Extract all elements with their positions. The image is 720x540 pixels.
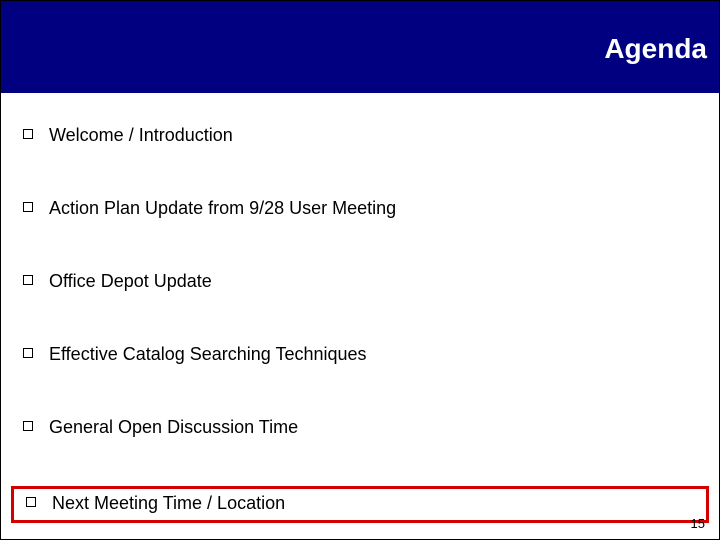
agenda-item-text: Next Meeting Time / Location: [52, 493, 285, 514]
agenda-item-text: Office Depot Update: [49, 271, 212, 292]
agenda-item: General Open Discussion Time: [21, 413, 699, 444]
agenda-item: Action Plan Update from 9/28 User Meetin…: [21, 194, 699, 225]
square-bullet-icon: [23, 348, 33, 358]
square-bullet-icon: [23, 421, 33, 431]
slide-header: Agenda: [1, 1, 719, 93]
agenda-item-text: Effective Catalog Searching Techniques: [49, 344, 367, 365]
slide-body: Welcome / Introduction Action Plan Updat…: [1, 93, 719, 523]
slide: Agenda Welcome / Introduction Action Pla…: [0, 0, 720, 540]
agenda-item-text: Action Plan Update from 9/28 User Meetin…: [49, 198, 396, 219]
square-bullet-icon: [26, 497, 36, 507]
slide-title: Agenda: [604, 33, 707, 65]
square-bullet-icon: [23, 202, 33, 212]
agenda-item-text: General Open Discussion Time: [49, 417, 298, 438]
agenda-item: Effective Catalog Searching Techniques: [21, 340, 699, 371]
agenda-item: Office Depot Update: [21, 267, 699, 298]
agenda-item-highlighted: Next Meeting Time / Location: [11, 486, 709, 523]
agenda-item-text: Welcome / Introduction: [49, 125, 233, 146]
square-bullet-icon: [23, 129, 33, 139]
square-bullet-icon: [23, 275, 33, 285]
page-number: 15: [691, 516, 705, 531]
agenda-item: Welcome / Introduction: [21, 121, 699, 152]
